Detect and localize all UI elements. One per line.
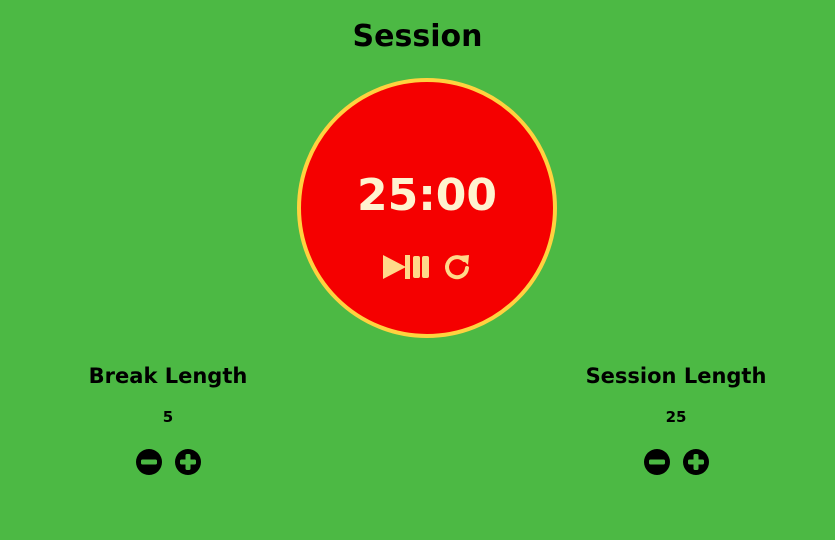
session-length-value: 25 — [665, 408, 687, 426]
break-adjust-buttons — [58, 448, 278, 476]
session-label: Session Length — [585, 364, 767, 388]
break-increment-button[interactable] — [174, 448, 202, 476]
session-increment-button[interactable] — [682, 448, 710, 476]
timer-circle: 25:00 — [297, 78, 557, 338]
time-left-display: 25:00 — [356, 170, 498, 221]
timer-controls — [301, 250, 553, 284]
play-pause-icon — [383, 255, 429, 279]
start-stop-button[interactable] — [381, 250, 431, 284]
break-length-value: 5 — [162, 408, 174, 426]
reset-button[interactable] — [441, 250, 473, 284]
break-label: Break Length — [88, 364, 248, 388]
session-length-control: Session Length 25 — [566, 360, 786, 476]
refresh-icon — [445, 255, 469, 280]
break-decrement-button[interactable] — [135, 448, 163, 476]
session-adjust-buttons — [566, 448, 786, 476]
pomodoro-app: Session 25:00 Break Length 5 Session Len… — [0, 0, 835, 540]
timer-label: Session — [352, 19, 483, 54]
session-decrement-button[interactable] — [643, 448, 671, 476]
break-length-control: Break Length 5 — [58, 360, 278, 476]
